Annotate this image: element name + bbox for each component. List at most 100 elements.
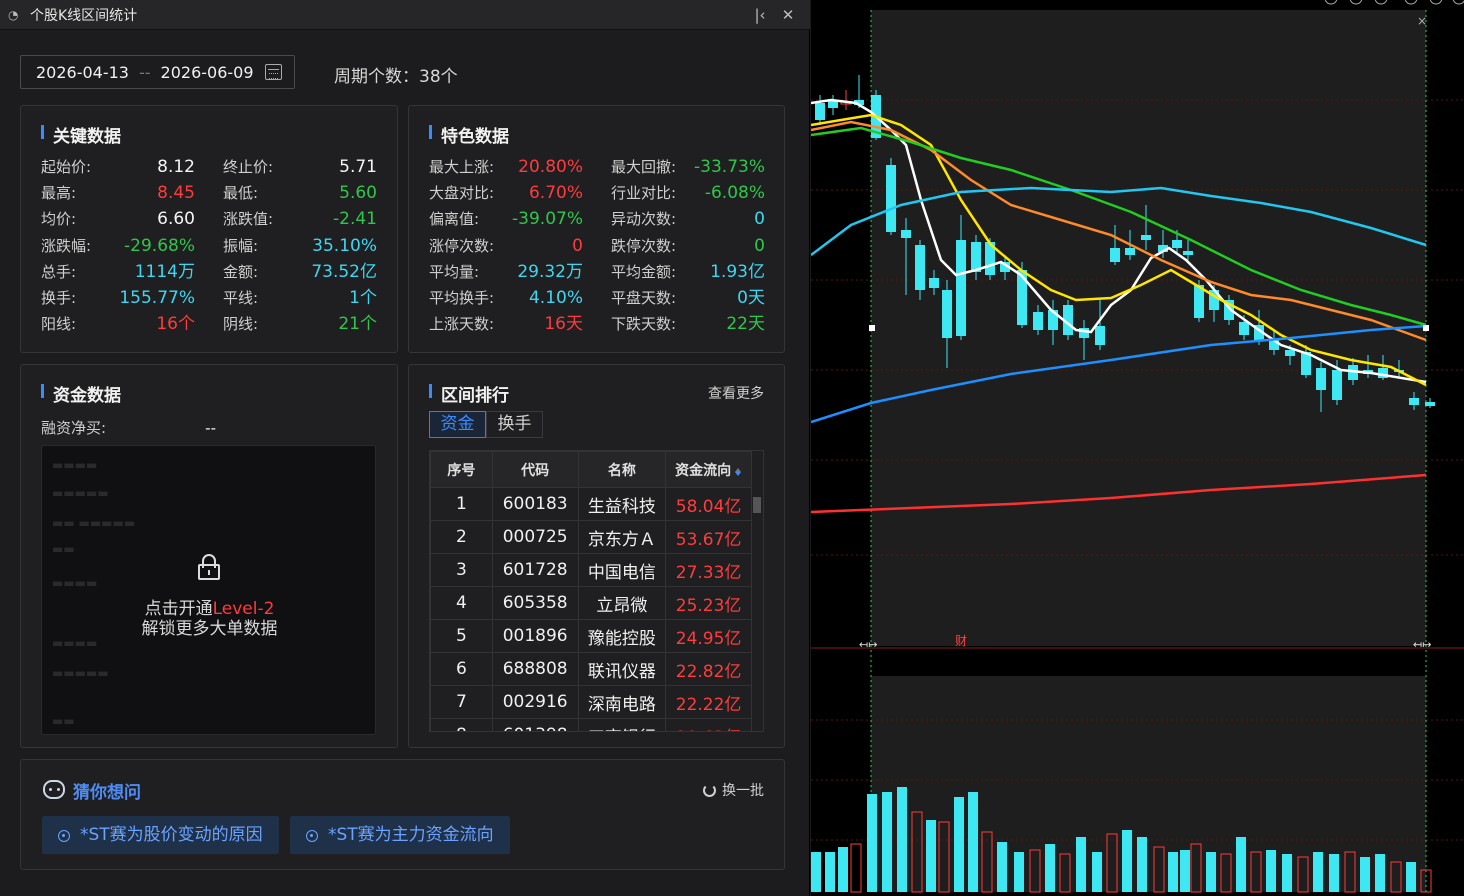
volume-bar (1375, 854, 1385, 892)
col-name[interactable]: 名称 (577, 451, 667, 488)
key-data-value: 1个 (349, 288, 377, 308)
key-data-right-6: 阴线: 21个 (223, 311, 377, 337)
start-date[interactable]: 2026-04-13 (36, 63, 129, 82)
margin-net-buy-label: 融资净买: (41, 419, 107, 437)
key-data-title: 关键数据 (41, 122, 121, 147)
feature-data-label: 偏离值: (429, 210, 480, 229)
selection-area[interactable] (871, 10, 1426, 646)
ranking-title: 区间排行 (429, 381, 509, 406)
key-data-label: 最低: (223, 184, 259, 203)
table-row[interactable]: 1 600183 生益科技 58.04亿 (430, 487, 752, 521)
volume-bar (1236, 837, 1246, 892)
refresh-button[interactable]: 换一批 (703, 780, 764, 800)
volume-bar (1014, 852, 1024, 892)
sort-desc-icon[interactable] (735, 465, 742, 477)
code-cell: 001896 (491, 619, 579, 653)
suggestion-1[interactable]: *ST赛为股价变动的原因 (42, 816, 279, 854)
table-row[interactable]: 8601398工商银行20.63亿 (430, 718, 752, 731)
tab-fund[interactable]: 资金 (429, 411, 486, 438)
col-fund-flow[interactable]: 资金流向 (665, 451, 752, 488)
finance-marker[interactable]: 财 (955, 634, 967, 648)
feature-data-left-3: 涨停次数: 0 (429, 233, 583, 259)
key-data-left-5: 换手: 155.77% (41, 285, 195, 311)
key-data-label: 均价: (41, 210, 77, 229)
key-data-value: 1114万 (134, 261, 195, 282)
refresh-label: 换一批 (722, 783, 764, 799)
key-data-card: 关键数据 起始价: 8.12 最高: 8.45 均价: 6.60 涨跌幅: -29.68% 总手… (20, 105, 398, 353)
collapse-icon[interactable]: |‹ (749, 4, 771, 26)
end-date[interactable]: 2026-06-09 (161, 63, 254, 82)
name-cell: 京东方Ａ (577, 520, 667, 554)
suggestion-2[interactable]: *ST赛为主力资金流向 (290, 816, 510, 854)
right-drag-arrow-icon[interactable]: ↤↦ (1413, 638, 1431, 651)
candle-body (942, 290, 952, 338)
feature-data-label: 行业对比: (611, 184, 677, 203)
close-icon[interactable]: ✕ (777, 4, 799, 26)
range-handle-right[interactable] (1423, 325, 1429, 331)
volume-bar (954, 797, 964, 892)
table-row[interactable]: 5 001896 豫能控股 24.95亿 (430, 619, 752, 653)
flow-cell: 27.33亿 (665, 553, 752, 587)
candle-body (915, 245, 925, 290)
kline-svg[interactable]: × ↤↦ ↤↦ 财 (810, 0, 1464, 896)
candle-body (901, 230, 911, 238)
feature-data-value: 0 (754, 235, 765, 256)
tab-turnover[interactable]: 换手 (486, 411, 543, 438)
col-rank[interactable]: 序号 (430, 451, 493, 488)
range-handle-left[interactable] (869, 325, 875, 331)
robot-icon (43, 780, 65, 799)
calendar-icon[interactable] (265, 64, 282, 80)
left-drag-arrow-icon[interactable]: ↤↦ (859, 638, 877, 651)
volume-bar (1329, 854, 1339, 892)
view-more-link[interactable]: 查看更多 (708, 383, 764, 403)
col-code[interactable]: 代码 (491, 451, 579, 488)
table-row[interactable]: 4 605358 立昂微 25.23亿 (430, 586, 752, 620)
feature-data-label: 最大上涨: (429, 158, 495, 176)
table-row[interactable]: 2 000725 京东方Ａ 53.67亿 (430, 520, 752, 554)
feature-data-right-1: 行业对比: -6.08% (611, 180, 765, 206)
feature-data-right-6: 下跌天数: 22天 (611, 311, 765, 337)
name-cell: 中国电信 (577, 553, 667, 587)
key-data-label: 平线: (223, 289, 259, 307)
window-title: 个股K线区间统计 (30, 7, 138, 24)
feature-data-value: 0 (754, 209, 765, 230)
candle-body (1110, 248, 1120, 262)
key-data-label: 终止价: (223, 158, 274, 176)
flow-cell: 53.67亿 (665, 520, 752, 554)
feature-data-label: 平均金额: (611, 262, 677, 281)
chart-toolbar-icons[interactable] (1324, 0, 1464, 5)
table-row[interactable]: 6 688808 联讯仪器 22.82亿 (430, 652, 752, 686)
volume-bar (968, 792, 978, 892)
chart-close-icon[interactable]: × (1417, 14, 1427, 28)
key-data-value: 5.71 (339, 157, 377, 177)
table-row[interactable]: 7 002916 深南电路 22.22亿 (430, 685, 752, 719)
key-data-label: 阴线: (223, 315, 259, 334)
kline-chart[interactable]: × ↤↦ ↤↦ 财 (810, 0, 1464, 896)
scroll-thumb[interactable] (753, 497, 761, 513)
rank-cell: 4 (430, 586, 493, 620)
interval-stats-panel: ◔ 个股K线区间统计 |‹ ✕ 2026-04-13 -- 2026-06-09… (0, 0, 810, 896)
rank-cell: 3 (430, 553, 493, 587)
candle-body (1425, 402, 1435, 406)
candle-body (1017, 270, 1027, 325)
feature-data-value: 4.10% (528, 288, 583, 308)
date-range-picker[interactable]: 2026-04-13 -- 2026-06-09 (20, 55, 295, 89)
feature-data-value: -33.73% (694, 157, 765, 177)
feature-data-label: 最大回撤: (611, 158, 677, 176)
table-scrollbar[interactable] (751, 451, 763, 731)
flow-cell: 24.95亿 (665, 619, 752, 653)
feature-data-left-4: 平均量: 29.32万 (429, 259, 583, 285)
table-row[interactable]: 3 601728 中国电信 27.33亿 (430, 553, 752, 587)
candle-body (1141, 235, 1151, 240)
key-data-value: 73.52亿 (311, 261, 377, 282)
guess-title: 猜你想问 (73, 783, 141, 803)
guess-card: 猜你想问 换一批 *ST赛为股价变动的原因 *ST赛为主力资金流向 (20, 759, 785, 870)
rank-cell: 8 (430, 718, 493, 731)
volume-bar (1313, 852, 1323, 892)
volume-bar (1282, 854, 1292, 892)
key-data-label: 涨跌幅: (41, 236, 92, 255)
candle-body (1172, 240, 1182, 248)
feature-data-label: 平均量: (429, 262, 480, 281)
feature-data-value: 6.70% (528, 183, 583, 204)
level2-lock-overlay[interactable]: ▬▬▬▬ ▬▬▬▬▬ ▬▬ ▬▬▬▬▬ ▬▬ ▬▬▬▬ ▬▬▬▬ ▬▬▬▬▬ ▬… (41, 445, 376, 735)
